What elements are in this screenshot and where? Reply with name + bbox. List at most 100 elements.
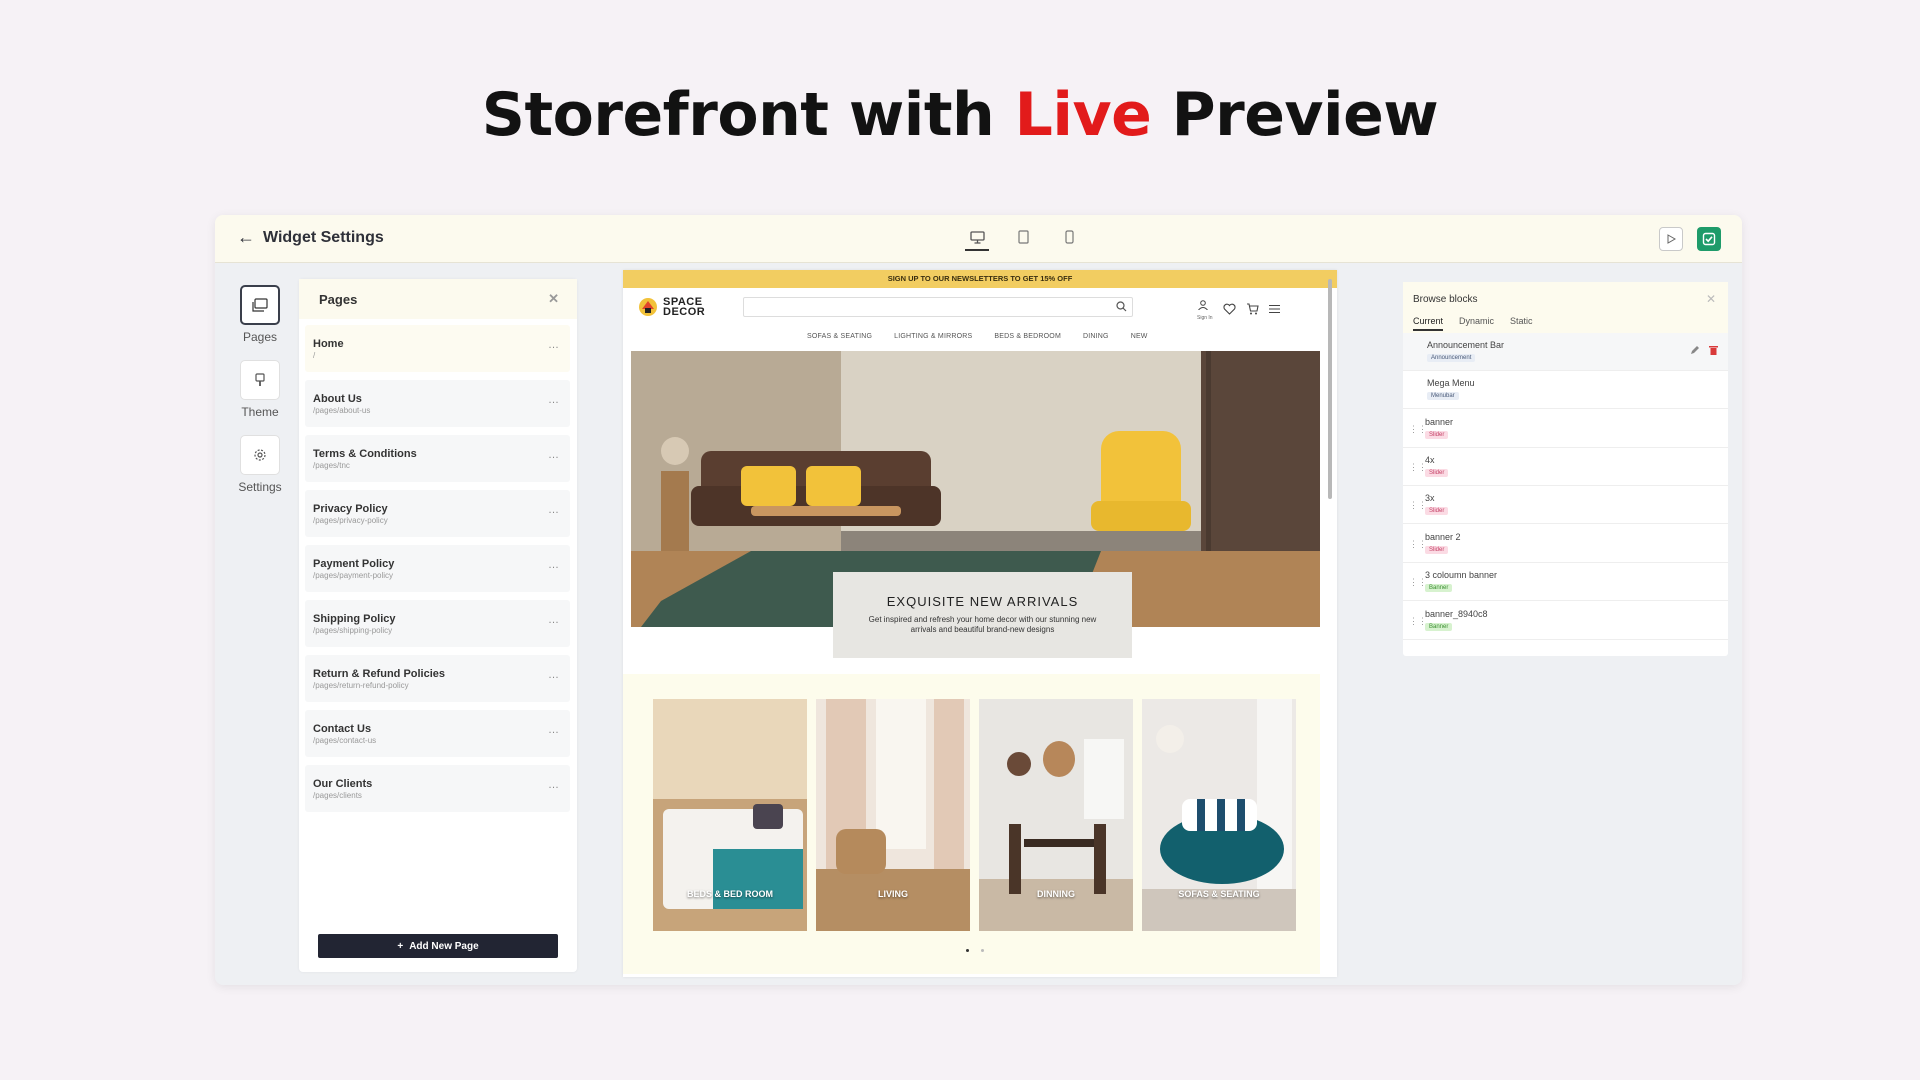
nav-item[interactable]: SOFAS & SEATING [807, 333, 872, 340]
category-card-beds[interactable]: BEDS & BED ROOM [653, 699, 807, 931]
headline-part2: Preview [1151, 80, 1439, 150]
page-item-terms[interactable]: Terms & Conditions /pages/tnc … [305, 435, 570, 482]
back-button[interactable]: ← Widget Settings [237, 227, 384, 248]
block-row-announcement-bar[interactable]: Announcement Bar Announcement [1403, 333, 1728, 371]
page-name: Our Clients [313, 778, 373, 790]
store-logo[interactable]: SPACE DECOR [637, 296, 705, 318]
heart-icon[interactable] [1223, 303, 1236, 315]
category-label: SOFAS & SEATING [1178, 889, 1260, 899]
announcement-bar: SIGN UP TO OUR NEWSLETTERS TO GET 15% OF… [623, 270, 1337, 288]
page-name: Privacy Policy [313, 503, 388, 515]
pager-dot-active[interactable] [966, 949, 969, 952]
rail-label-settings: Settings [238, 480, 282, 494]
tablet-view-button[interactable] [1011, 225, 1035, 251]
more-options-icon[interactable]: … [548, 724, 560, 736]
block-row-4x[interactable]: ⋮⋮ 4x Slider [1403, 448, 1728, 486]
page-item-about-us[interactable]: About Us /pages/about-us … [305, 380, 570, 427]
page-path: /pages/contact-us [313, 736, 377, 745]
preview-play-button[interactable] [1659, 227, 1683, 251]
sign-in-label: Sign In [1197, 315, 1213, 321]
more-options-icon[interactable]: … [548, 504, 560, 516]
rail-item-settings[interactable]: Settings [235, 435, 285, 494]
category-label: DINNING [1037, 889, 1075, 899]
mobile-view-button[interactable] [1057, 225, 1081, 251]
more-options-icon[interactable]: … [548, 394, 560, 406]
page-name: Return & Refund Policies [313, 668, 446, 680]
headline-part1: Storefront with [481, 80, 1015, 150]
logo-text: SPACE DECOR [663, 297, 706, 318]
widget-settings-title: Widget Settings [263, 228, 384, 246]
block-row-3-coloumn-banner[interactable]: ⋮⋮ 3 coloumn banner Banner [1403, 563, 1728, 601]
sign-in-link[interactable]: Sign In [1197, 297, 1213, 321]
more-options-icon[interactable]: … [548, 339, 560, 351]
tab-static[interactable]: Static [1510, 316, 1533, 331]
page-headline: Storefront with Live Preview [0, 80, 1920, 150]
tab-current[interactable]: Current [1413, 316, 1444, 331]
cart-icon[interactable] [1246, 303, 1259, 315]
menu-icon[interactable] [1268, 304, 1280, 314]
block-name: banner 2 [1425, 532, 1461, 542]
check-icon [1702, 232, 1716, 246]
play-icon [1667, 234, 1676, 244]
page-item-clients[interactable]: Our Clients /pages/clients … [305, 765, 570, 812]
page-item-returns[interactable]: Return & Refund Policies /pages/return-r… [305, 655, 570, 702]
pencil-icon[interactable] [1690, 345, 1700, 355]
logo-line-2: DECOR [663, 306, 706, 318]
header-icons: Sign In [1197, 297, 1280, 321]
rail-item-pages[interactable]: Pages [235, 285, 285, 344]
add-new-page-button[interactable]: + Add New Page [318, 934, 558, 958]
page-item-home[interactable]: Home / … [305, 325, 570, 372]
page-item-shipping[interactable]: Shipping Policy /pages/shipping-policy … [305, 600, 570, 647]
block-row-3x[interactable]: ⋮⋮ 3x Slider [1403, 486, 1728, 524]
more-options-icon[interactable]: … [548, 669, 560, 681]
rail-item-theme[interactable]: Theme [235, 360, 285, 419]
block-row-banner-2[interactable]: ⋮⋮ banner 2 Slider [1403, 525, 1728, 563]
more-options-icon[interactable]: … [548, 559, 560, 571]
rail-label-pages: Pages [242, 330, 278, 344]
block-name: Announcement Bar [1427, 340, 1505, 350]
block-name: Mega Menu [1427, 378, 1475, 388]
save-button[interactable] [1697, 227, 1721, 251]
theme-rail-button[interactable] [240, 360, 280, 400]
page-path: /pages/tnc [313, 461, 350, 470]
more-options-icon[interactable]: … [548, 779, 560, 791]
settings-rail-button[interactable] [240, 435, 280, 475]
user-icon [1198, 300, 1208, 311]
category-card-living[interactable]: LIVING [816, 699, 970, 931]
close-icon[interactable]: ✕ [548, 291, 559, 307]
tab-dynamic[interactable]: Dynamic [1459, 316, 1494, 331]
page-item-payment[interactable]: Payment Policy /pages/payment-policy … [305, 545, 570, 592]
block-row-banner-8940c8[interactable]: ⋮⋮ banner_8940c8 Banner [1403, 602, 1728, 640]
page-item-contact[interactable]: Contact Us /pages/contact-us … [305, 710, 570, 757]
page-item-privacy[interactable]: Privacy Policy /pages/privacy-policy … [305, 490, 570, 537]
more-options-icon[interactable]: … [548, 449, 560, 461]
search-icon [1116, 301, 1127, 312]
block-tag: Menubar [1427, 392, 1459, 400]
trash-icon[interactable] [1709, 345, 1718, 355]
page-name: Contact Us [313, 723, 372, 735]
add-new-page-label: Add New Page [409, 940, 479, 952]
more-options-icon[interactable]: … [548, 614, 560, 626]
desktop-view-button[interactable] [965, 225, 989, 251]
block-row-banner[interactable]: ⋮⋮ banner Slider [1403, 410, 1728, 448]
block-name: 3 coloumn banner [1425, 570, 1498, 580]
category-card-sofas[interactable]: SOFAS & SEATING [1142, 699, 1296, 931]
page-path: /pages/payment-policy [313, 571, 394, 580]
category-card-dinning[interactable]: DINNING [979, 699, 1133, 931]
category-section: BEDS & BED ROOM LIVING DINNING SOFAS & S… [623, 674, 1320, 974]
nav-item[interactable]: LIGHTING & MIRRORS [894, 333, 972, 340]
top-bar: ← Widget Settings [215, 215, 1742, 263]
pager-dot[interactable] [981, 949, 984, 952]
block-row-mega-menu[interactable]: Mega Menu Menubar [1403, 371, 1728, 409]
page-name: Terms & Conditions [313, 448, 417, 460]
pages-rail-button[interactable] [240, 285, 280, 325]
page-name: Shipping Policy [313, 613, 396, 625]
store-search-input[interactable] [743, 297, 1133, 317]
close-icon[interactable]: ✕ [1706, 292, 1716, 306]
nav-item[interactable]: NEW [1131, 333, 1148, 340]
preview-scroll-thumb[interactable] [1328, 279, 1332, 499]
pages-panel-header: Pages ✕ [299, 279, 577, 319]
nav-item[interactable]: DINING [1083, 333, 1109, 340]
nav-item[interactable]: BEDS & BEDROOM [994, 333, 1061, 340]
block-tag: Slider [1425, 469, 1449, 477]
